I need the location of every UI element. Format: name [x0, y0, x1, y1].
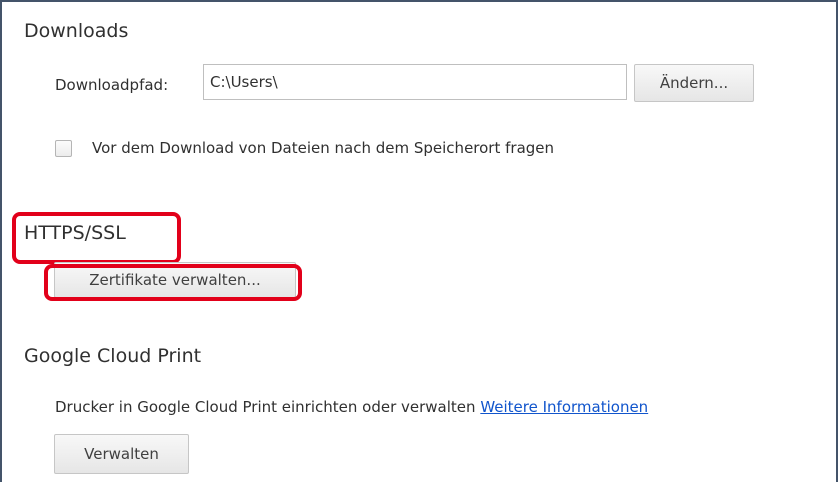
change-download-path-button[interactable]: Ändern...: [634, 64, 754, 102]
download-path-input[interactable]: [203, 64, 627, 100]
cloud-print-section-title: Google Cloud Print: [24, 345, 202, 367]
manage-certificates-button[interactable]: Zertifikate verwalten...: [54, 262, 296, 298]
ask-save-location-label: Vor dem Download von Dateien nach dem Sp…: [92, 139, 555, 157]
downloads-section-title: Downloads: [24, 20, 129, 42]
more-info-link[interactable]: Weitere Informationen: [480, 398, 648, 416]
ask-save-location-checkbox[interactable]: [55, 140, 72, 157]
cloud-print-description-text: Drucker in Google Cloud Print einrichten…: [55, 398, 476, 416]
download-path-label: Downloadpfad:: [55, 76, 169, 94]
cloud-print-description: Drucker in Google Cloud Print einrichten…: [55, 398, 648, 416]
cloud-print-manage-button[interactable]: Verwalten: [54, 434, 189, 474]
https-ssl-section-title: HTTPS/SSL: [24, 222, 126, 244]
